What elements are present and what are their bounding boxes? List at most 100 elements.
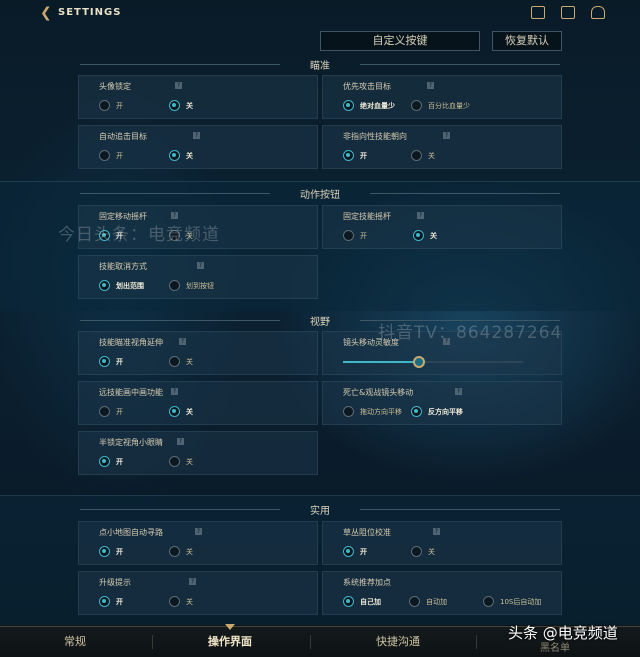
radio-icon [483, 596, 494, 607]
option-off[interactable]: 关 [169, 546, 193, 557]
setting-label: 草丛阻位校准 [343, 528, 391, 537]
option-percent-hp[interactable]: 百分比血量少 [411, 100, 470, 111]
option-on[interactable]: 开 [99, 546, 123, 557]
chat-icon[interactable] [561, 6, 575, 19]
slider-thumb[interactable] [412, 356, 425, 368]
option-off[interactable]: 关 [169, 596, 193, 607]
radio-selected-icon [343, 100, 354, 111]
radio-icon [169, 280, 180, 291]
tab-divider [152, 635, 153, 649]
radio-icon [99, 406, 110, 417]
option-absolute-hp[interactable]: 绝对血量少 [343, 100, 395, 111]
setting-label: 死亡&观战镜头移动 [343, 388, 414, 397]
setting-label: 技能瞄准视角延伸 [99, 338, 163, 347]
help-icon[interactable]: ? [197, 262, 204, 269]
setting-label: 半锁定视角小眼睛 [99, 438, 163, 447]
setting-label: 头像锁定 [99, 82, 131, 91]
setting-label: 远技能画中画功能 [99, 388, 163, 397]
help-icon[interactable]: ? [443, 132, 450, 139]
help-icon[interactable]: ? [175, 82, 182, 89]
section-title: 视野 [310, 316, 330, 328]
setting-card-auto-chase: 自动追击目标 ? 开 关 [78, 125, 318, 169]
setting-label: 升级提示 [99, 578, 131, 587]
option-auto[interactable]: 自动加 [409, 596, 447, 607]
section-title: 动作按钮 [300, 189, 340, 201]
radio-selected-icon [99, 356, 110, 367]
help-icon[interactable]: ? [195, 528, 202, 535]
custom-keys-button[interactable]: 自定义按键 [320, 31, 480, 51]
setting-card-death-camera: 死亡&观战镜头移动 ? 拖动方向平移 反方向平移 [322, 381, 562, 425]
help-icon[interactable]: ? [171, 212, 178, 219]
radio-icon [343, 406, 354, 417]
back-chevron-icon[interactable]: ❮ [40, 6, 54, 20]
tab-divider [476, 635, 477, 649]
setting-card-recommended-skill-points: 系统推荐加点 自己加 自动加 10S后自动加 [322, 571, 562, 615]
radio-selected-icon [169, 100, 180, 111]
setting-label: 系统推荐加点 [343, 578, 391, 587]
setting-card-skill-cancel-mode: 技能取消方式 ? 划出范围 划到按钮 [78, 255, 318, 299]
option-auto-after-10s[interactable]: 10S后自动加 [483, 596, 541, 607]
option-on[interactable]: 开 [343, 546, 367, 557]
section-header-utility: 实用 [0, 501, 640, 517]
restore-default-button[interactable]: 恢复默认 [492, 31, 562, 51]
radio-selected-icon [411, 406, 422, 417]
radio-selected-icon [343, 596, 354, 607]
option-off[interactable]: 关 [169, 406, 193, 417]
option-off[interactable]: 关 [169, 356, 193, 367]
tab-divider [310, 635, 311, 649]
watermark-text: 今日头条：电竞频道 [58, 225, 220, 245]
option-swipe-to-button[interactable]: 划到按钮 [169, 280, 214, 291]
option-off[interactable]: 关 [411, 150, 435, 161]
page-title: SETTINGS [58, 7, 122, 18]
setting-card-semi-lock-eye: 半锁定视角小眼睛 ? 开 关 [78, 431, 318, 475]
option-drag-direction[interactable]: 拖动方向平移 [343, 406, 402, 417]
setting-card-avatar-lock: 头像锁定 ? 开 关 [78, 75, 318, 119]
radio-icon [411, 150, 422, 161]
option-manual[interactable]: 自己加 [343, 596, 381, 607]
tab-general[interactable]: 常规 [64, 633, 86, 649]
help-icon[interactable]: ? [455, 388, 462, 395]
radio-selected-icon [99, 546, 110, 557]
option-off[interactable]: 关 [169, 150, 193, 161]
option-on[interactable]: 开 [99, 100, 123, 111]
section-title: 实用 [310, 505, 330, 517]
friends-icon[interactable] [591, 6, 605, 19]
radio-icon [411, 546, 422, 557]
option-on[interactable]: 开 [99, 150, 123, 161]
option-swipe-out[interactable]: 划出范围 [99, 280, 144, 291]
help-icon[interactable]: ? [417, 212, 424, 219]
option-off[interactable]: 关 [411, 546, 435, 557]
option-on[interactable]: 开 [343, 150, 367, 161]
option-reverse-direction[interactable]: 反方向平移 [411, 406, 463, 417]
help-icon[interactable]: ? [193, 132, 200, 139]
help-icon[interactable]: ? [433, 528, 440, 535]
option-off[interactable]: 关 [413, 230, 437, 241]
slider-fill [343, 361, 419, 363]
tab-controls[interactable]: 操作界面 [208, 633, 252, 649]
sensitivity-slider[interactable] [343, 356, 523, 368]
help-icon[interactable]: ? [177, 438, 184, 445]
help-icon[interactable]: ? [427, 82, 434, 89]
help-icon[interactable]: ? [171, 388, 178, 395]
setting-card-skill-direction: 非指向性技能朝向 ? 开 关 [322, 125, 562, 169]
option-on[interactable]: 开 [343, 230, 367, 241]
section-title: 瞄准 [310, 60, 330, 72]
radio-selected-icon [99, 596, 110, 607]
help-icon[interactable]: ? [179, 338, 186, 345]
option-on[interactable]: 开 [99, 406, 123, 417]
option-off[interactable]: 关 [169, 100, 193, 111]
clipboard-icon[interactable] [531, 6, 545, 19]
radio-icon [169, 456, 180, 467]
radio-selected-icon [343, 150, 354, 161]
tab-quick-chat[interactable]: 快捷沟通 [376, 633, 420, 649]
option-on[interactable]: 开 [99, 456, 123, 467]
option-on[interactable]: 开 [99, 596, 123, 607]
radio-selected-icon [169, 406, 180, 417]
setting-card-levelup-hint: 升级提示 ? 开 关 [78, 571, 318, 615]
setting-label: 技能取消方式 [99, 262, 147, 271]
setting-card-minimap-pathing: 点小地图自动寻路 ? 开 关 [78, 521, 318, 565]
help-icon[interactable]: ? [189, 578, 196, 585]
option-on[interactable]: 开 [99, 356, 123, 367]
section-header-action-buttons: 动作按钮 [0, 185, 640, 201]
option-off[interactable]: 关 [169, 456, 193, 467]
